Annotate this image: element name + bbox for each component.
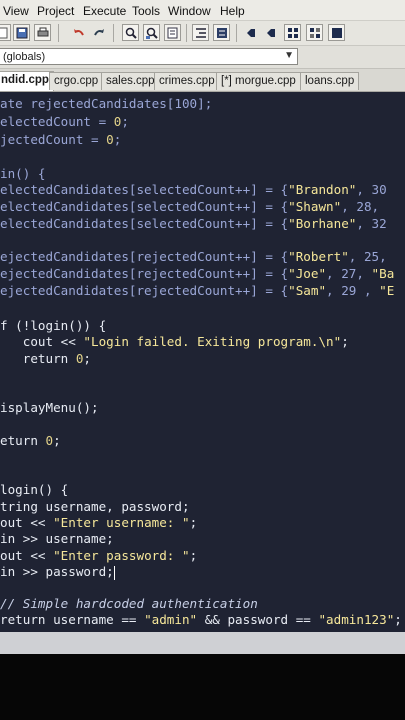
code-line: f (!login()) { [0, 318, 107, 333]
code-line: ejectedCandidates[rejectedCount++] = {"S… [0, 283, 395, 298]
code-line: electedCandidates[selectedCount++] = {"B… [0, 182, 387, 197]
code-line: in >> password; [0, 564, 115, 580]
grid-icon [332, 28, 342, 38]
new-file-button[interactable] [0, 24, 11, 41]
print-icon [37, 27, 49, 37]
toolbar-separator [58, 24, 59, 42]
code-line: ate rejectedCandidates[100]; [0, 96, 213, 111]
code-line: electedCount = 0; [0, 114, 129, 129]
run-button[interactable] [306, 24, 323, 41]
chevron-down-icon[interactable]: ▼ [284, 50, 294, 61]
scope-bar: (globals) ▼ [0, 46, 405, 69]
tab-sales-cpp[interactable]: sales.cpp [101, 72, 160, 90]
code-line: tring username, password; [0, 499, 190, 514]
compile-button[interactable] [284, 24, 301, 41]
goto-bookmark-button[interactable] [262, 24, 279, 41]
tab-crimes-cpp[interactable]: crimes.cpp [154, 72, 220, 90]
find-icon [125, 27, 137, 39]
redo-icon [94, 29, 104, 36]
bookmark-button[interactable] [242, 24, 259, 41]
code-line: in() { [0, 166, 46, 181]
replace-icon [146, 27, 158, 39]
code-line: return username == "admin" && password =… [0, 612, 402, 627]
text-caret [113, 565, 115, 580]
unindent-icon [217, 28, 227, 38]
unindent-button[interactable] [213, 24, 230, 41]
code-line: electedCandidates[selectedCount++] = {"B… [0, 216, 387, 231]
rebuild-button[interactable] [328, 24, 345, 41]
grid-icon [310, 28, 320, 38]
goto-icon [167, 27, 178, 39]
code-line: electedCandidates[selectedCount++] = {"S… [0, 199, 387, 214]
scope-select[interactable]: (globals) ▼ [0, 48, 298, 65]
menu-project[interactable]: Project [37, 4, 74, 18]
undo-button[interactable] [70, 24, 87, 41]
indent-button[interactable] [192, 24, 209, 41]
code-editor[interactable]: ate rejectedCandidates[100]; electedCoun… [0, 92, 405, 632]
search-file-button[interactable] [164, 24, 181, 41]
code-line: out << "Enter username: "; [0, 515, 198, 530]
indent-icon [196, 28, 206, 38]
save-icon [16, 27, 28, 39]
bookmark-icon [267, 29, 275, 37]
open-button[interactable] [13, 24, 30, 41]
print-button[interactable] [34, 24, 51, 41]
menu-help[interactable]: Help [220, 4, 245, 18]
redo-button[interactable] [90, 24, 107, 41]
code-line: login() { [0, 482, 69, 497]
toolbar-separator [236, 24, 237, 42]
screen-bezel [0, 654, 405, 720]
scope-value: (globals) [3, 51, 46, 63]
code-line: out << "Enter password: "; [0, 548, 198, 563]
menu-window[interactable]: Window [168, 4, 211, 18]
bookmark-icon [247, 29, 255, 37]
code-line: in >> username; [0, 531, 114, 546]
code-line: cout << "Login failed. Exiting program.\… [0, 334, 349, 349]
code-line: ejectedCandidates[rejectedCount++] = {"R… [0, 249, 387, 264]
undo-icon [74, 29, 84, 36]
tab-loans-cpp[interactable]: loans.cpp [300, 72, 360, 90]
find-button[interactable] [122, 24, 139, 41]
menu-bar: View Project Execute Tools Window Help [0, 0, 405, 21]
toolbar [0, 21, 405, 46]
tab-crgo-cpp[interactable]: crgo.cpp [49, 72, 104, 90]
code-line: ejectedCandidates[rejectedCount++] = {"J… [0, 266, 395, 281]
editor-bottom-border [0, 632, 405, 654]
code-line: jectedCount = 0; [0, 132, 122, 147]
toolbar-separator [113, 24, 114, 42]
menu-execute[interactable]: Execute [83, 4, 126, 18]
tab-morgue-cpp[interactable]: [*] morgue.cpp [216, 72, 301, 90]
code-line: // Simple hardcoded authentication [0, 596, 258, 611]
toolbar-separator [186, 24, 187, 42]
new-file-icon [0, 27, 8, 39]
grid-icon [288, 28, 298, 38]
tab-bar: ndid.cpp crgo.cpp sales.cpp crimes.cpp [… [0, 69, 405, 92]
code-line: eturn 0; [0, 433, 61, 448]
replace-button[interactable] [143, 24, 160, 41]
menu-tools[interactable]: Tools [132, 4, 160, 18]
menu-view[interactable]: View [3, 4, 29, 18]
tab-candid-cpp[interactable]: ndid.cpp [0, 71, 54, 91]
code-line: return 0; [0, 351, 92, 366]
code-line: isplayMenu(); [0, 400, 99, 415]
